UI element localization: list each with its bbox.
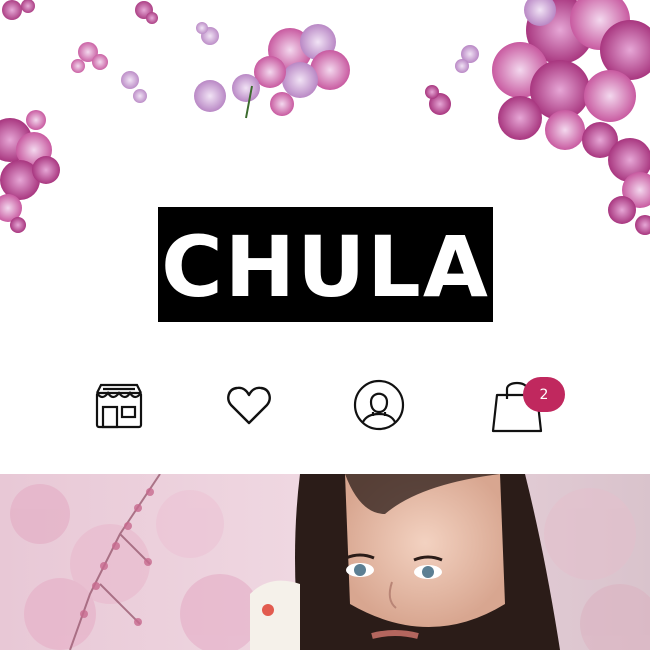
wishlist-button[interactable] bbox=[219, 375, 279, 435]
brand-logo[interactable]: CHULA bbox=[158, 207, 493, 322]
account-button[interactable] bbox=[349, 375, 409, 435]
store-button[interactable] bbox=[89, 375, 149, 435]
store-icon bbox=[95, 383, 143, 429]
hero-photo bbox=[0, 474, 650, 650]
brand-logo-text: CHULA bbox=[161, 217, 490, 316]
cart-count-badge: 2 bbox=[523, 377, 565, 412]
woman-blossom-photo bbox=[0, 474, 650, 650]
profile-icon bbox=[353, 379, 405, 431]
heart-icon bbox=[227, 386, 271, 425]
